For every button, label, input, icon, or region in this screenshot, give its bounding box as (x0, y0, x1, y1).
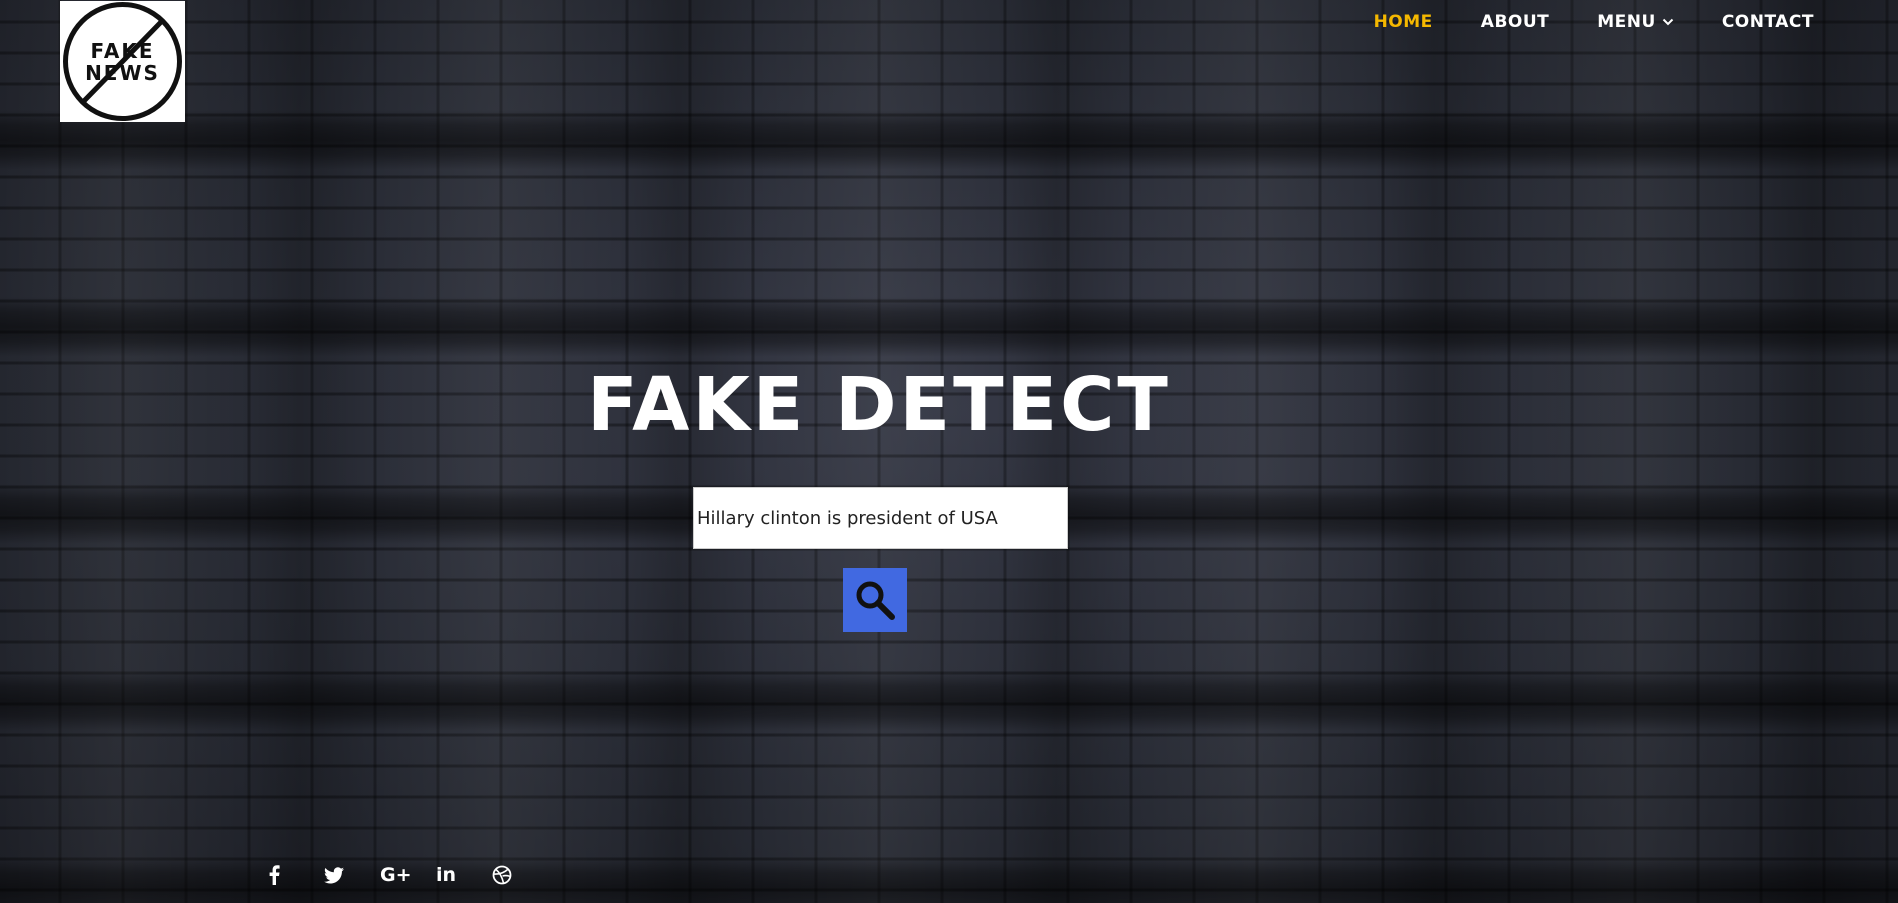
social-links: G+ in (268, 862, 548, 888)
search-button[interactable] (843, 568, 907, 632)
logo[interactable]: FAKE NEWS (60, 1, 185, 122)
twitter-icon[interactable] (324, 862, 380, 888)
main-nav: HOME ABOUT MENU CONTACT (1374, 12, 1814, 32)
linkedin-icon[interactable]: in (436, 862, 492, 888)
logo-text-line2: NEWS (85, 60, 160, 85)
search-icon (856, 581, 895, 620)
nav-contact-label: CONTACT (1721, 12, 1814, 32)
facebook-icon[interactable] (268, 862, 324, 888)
logo-text: FAKE NEWS (73, 40, 173, 84)
nav-about[interactable]: ABOUT (1481, 12, 1549, 32)
dribbble-icon[interactable] (492, 862, 548, 888)
search-input[interactable] (693, 487, 1068, 549)
google-plus-icon[interactable]: G+ (380, 862, 436, 888)
logo-text-line1: FAKE (90, 38, 155, 63)
nav-contact[interactable]: CONTACT (1722, 12, 1814, 32)
nav-menu[interactable]: MENU (1597, 12, 1674, 32)
hero-title: FAKE DETECT (587, 362, 1171, 448)
nav-home-label: HOME (1373, 12, 1433, 32)
nav-menu-label: MENU (1597, 12, 1656, 32)
nav-home[interactable]: HOME (1374, 12, 1433, 32)
linkedin-glyph: in (436, 864, 457, 886)
google-plus-glyph: G+ (380, 864, 412, 886)
nav-about-label: ABOUT (1480, 12, 1550, 32)
chevron-down-icon (1662, 18, 1674, 26)
